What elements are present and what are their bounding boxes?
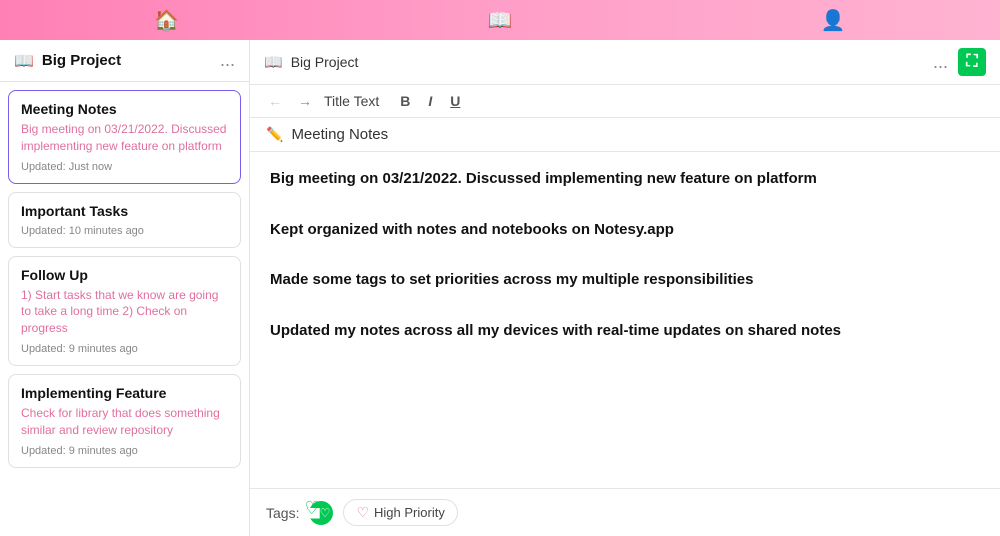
note-paragraph-4: Updated my notes across all my devices w… [270,320,980,343]
tag-name: High Priority [374,505,445,520]
note-title: Important Tasks [21,203,228,219]
panel-header-right: ... ⛶ [933,48,986,76]
panel-more-button[interactable]: ... [933,52,948,73]
note-updated: Updated: 10 minutes ago [21,225,228,237]
panel-header: 📖 Big Project ... ⛶ [250,40,1000,85]
edit-icon: ✏️ [266,126,283,143]
note-paragraph-2: Kept organized with notes and notebooks … [270,219,980,242]
user-icon[interactable]: 👤 [809,2,858,39]
tags-footer: Tags: ♡ ♡ + ♡ High Priority [250,488,1000,536]
note-content-header: ✏️ Meeting Notes [250,118,1000,152]
right-panel: 📖 Big Project ... ⛶ ← → Title Text B I U… [250,40,1000,536]
sidebar-book-icon: 📖 [14,51,34,71]
sidebar-header-left: 📖 Big Project [14,51,121,71]
sidebar-header: 📖 Big Project ... [0,40,249,82]
notes-list: Meeting Notes Big meeting on 03/21/2022.… [0,82,249,536]
forward-arrow[interactable]: → [294,91,316,111]
main-content: 📖 Big Project ... Meeting Notes Big meet… [0,40,1000,536]
top-nav: 🏠 📖 👤 [0,0,1000,40]
note-title: Implementing Feature [21,385,228,401]
note-title: Follow Up [21,267,228,283]
expand-button[interactable]: ⛶ [958,48,986,76]
note-paragraph-3: Made some tags to set priorities across … [270,269,980,292]
sidebar-title: Big Project [42,52,121,69]
panel-header-left: 📖 Big Project [264,53,358,71]
toolbar-title-text: Title Text [324,93,379,109]
high-priority-tag[interactable]: ♡ High Priority [343,499,457,526]
sidebar-more-button[interactable]: ... [220,50,235,71]
home-icon[interactable]: 🏠 [142,2,191,39]
note-updated: Updated: Just now [21,161,228,173]
note-content-title: Meeting Notes [291,126,388,143]
panel-book-icon: 📖 [264,53,283,71]
note-title: Meeting Notes [21,101,228,117]
add-tag-button[interactable]: ♡ ♡ + [309,501,333,525]
panel-title: Big Project [291,54,359,70]
note-body: Big meeting on 03/21/2022. Discussed imp… [250,152,1000,488]
note-item-important-tasks[interactable]: Important Tasks Updated: 10 minutes ago [8,192,241,248]
note-updated: Updated: 9 minutes ago [21,343,228,355]
note-preview: 1) Start tasks that we know are going to… [21,287,228,337]
note-item-follow-up[interactable]: Follow Up 1) Start tasks that we know ar… [8,256,241,366]
underline-button[interactable]: U [445,91,465,111]
note-item-meeting-notes[interactable]: Meeting Notes Big meeting on 03/21/2022.… [8,90,241,184]
book-nav-icon[interactable]: 📖 [476,2,525,39]
note-preview: Big meeting on 03/21/2022. Discussed imp… [21,121,228,155]
note-item-implementing-feature[interactable]: Implementing Feature Check for library t… [8,374,241,468]
tags-label: Tags: [266,505,299,521]
back-arrow[interactable]: ← [264,91,286,111]
formatting-toolbar: ← → Title Text B I U [250,85,1000,118]
note-updated: Updated: 9 minutes ago [21,445,228,457]
italic-button[interactable]: I [423,91,437,111]
note-paragraph-1: Big meeting on 03/21/2022. Discussed imp… [270,168,980,191]
bold-button[interactable]: B [395,91,415,111]
heart-icon: ♡ [356,504,369,521]
note-preview: Check for library that does something si… [21,405,228,439]
sidebar: 📖 Big Project ... Meeting Notes Big meet… [0,40,250,536]
